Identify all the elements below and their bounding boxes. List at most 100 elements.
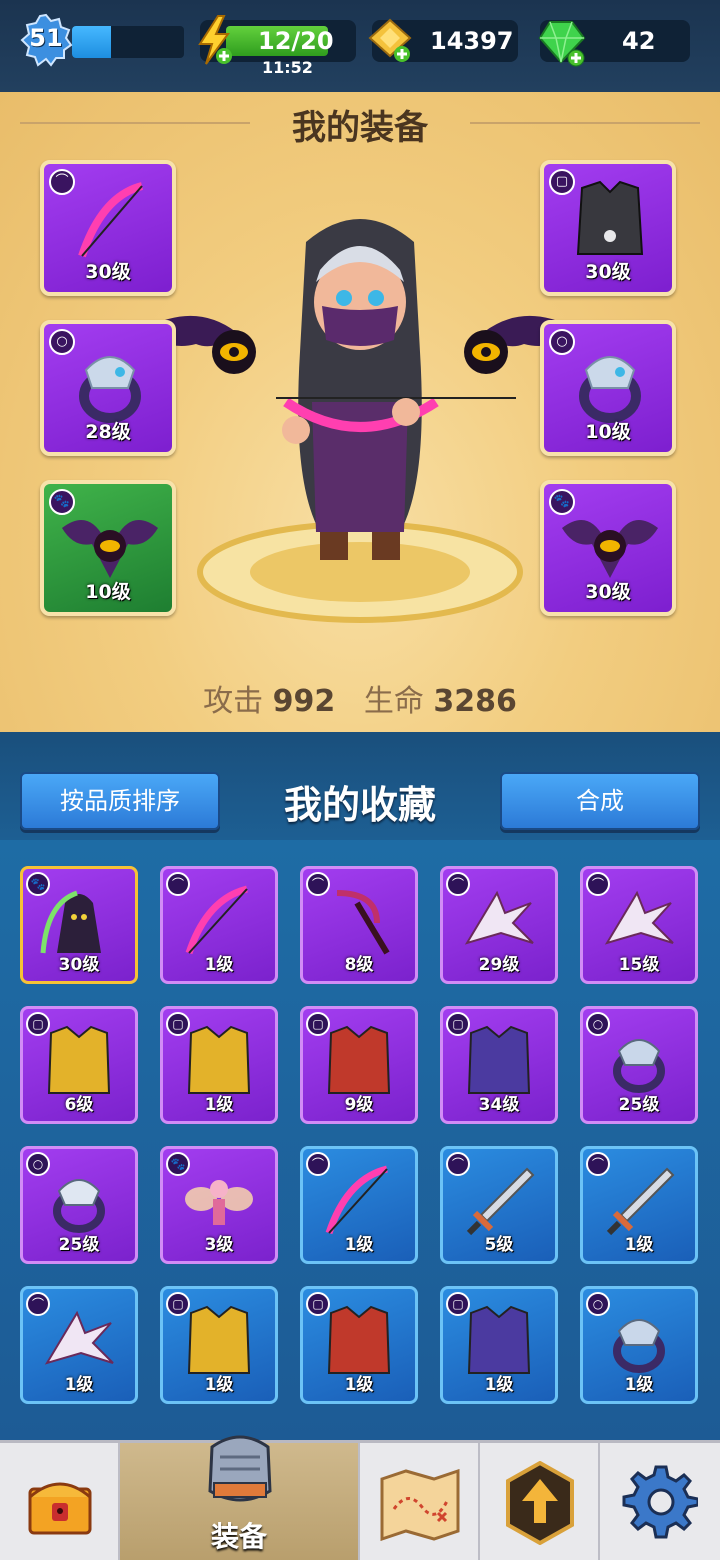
collection-item-level: 1级 [204,1095,234,1115]
nav-upgrade[interactable] [480,1443,600,1560]
top-status-bar: 51 12/20 11:52 14397 42 [0,0,720,92]
collection-item[interactable]: ⌒ 1级 [580,1146,698,1264]
merge-button[interactable]: 合成 [500,772,700,830]
equip-slot-armor[interactable]: ▢ 30级 [540,160,676,296]
energy-timer: 11:52 [262,58,313,77]
collection-item-level: 1级 [204,955,234,975]
collection-item[interactable]: ▢ 1级 [440,1286,558,1404]
pet-1-level: 10级 [85,581,131,603]
vest-armor-icon [467,1025,531,1094]
collection-item[interactable]: 🐾 3级 [160,1146,278,1264]
player-level-badge[interactable]: 51 [18,12,74,68]
collection-item[interactable]: ⌒ 1级 [20,1286,138,1404]
equipment-title: 我的装备 [292,108,428,148]
collection-item-level: 5级 [484,1235,514,1255]
equip-slot-pet-1[interactable]: 🐾 10级 [40,480,176,616]
attack-value: 992 [272,684,336,719]
collection-item[interactable]: ○ 1级 [580,1286,698,1404]
reaper-pet-icon [40,890,101,954]
scythe-icon [336,890,390,955]
upgrade-arrow-icon [506,1461,574,1545]
gem-value: 42 [622,27,656,55]
collection-item-level: 29级 [478,955,520,975]
nav-equipment[interactable]: 装备 [120,1435,360,1560]
attack-label: 攻击 [203,684,264,719]
bat-pet-icon [562,520,658,578]
bear-ring-icon [613,1319,665,1373]
collection-item-level: 1级 [64,1375,94,1395]
armor-level: 30级 [585,261,631,283]
collection-item-level: 30级 [58,955,100,975]
collection-item[interactable]: ⌒ 5级 [440,1146,558,1264]
wolf-ring-icon [53,1179,105,1233]
collection-item[interactable]: ▢ 1级 [300,1286,418,1404]
collection-item-level: 15级 [618,955,660,975]
collection-item[interactable]: ○ 25级 [580,1006,698,1124]
gold-armor-icon [187,1025,251,1094]
player-level: 51 [29,24,63,52]
nav-equipment-label: 装备 [210,1520,267,1553]
xp-bar [72,26,184,58]
cloak-armor-icon [327,1305,391,1374]
nav-map[interactable] [360,1443,480,1560]
armor-helmet-icon [208,1435,272,1502]
collection-item[interactable]: ⌒ 1级 [160,866,278,984]
sort-by-quality-button[interactable]: 按品质排序 [20,772,220,830]
collection-item[interactable]: ⌒ 8级 [300,866,418,984]
collection-item[interactable]: ▢ 34级 [440,1006,558,1124]
shuriken-icon [44,1310,114,1365]
nav-settings[interactable] [600,1443,720,1560]
bow-icon [325,1165,388,1235]
collection-item[interactable]: ▢ 6级 [20,1006,138,1124]
weapon-level: 30级 [85,261,131,283]
xp-bar-fill [72,26,112,58]
hero-character-icon [146,219,574,623]
vest-armor-icon [467,1305,531,1374]
collection-item-level: 9级 [344,1095,374,1115]
gold-coin-icon[interactable] [366,16,416,66]
lightning-icon[interactable] [194,14,236,66]
collection-item[interactable]: ▢ 1级 [160,1006,278,1124]
collection-item[interactable]: ▢ 9级 [300,1006,418,1124]
shuriken-icon [604,890,674,945]
gold-armor-icon [187,1305,251,1374]
pet-2-level: 30级 [585,581,631,603]
equip-slot-weapon[interactable]: ⌒ 30级 [40,160,176,296]
collection-item[interactable]: ○ 25级 [20,1146,138,1264]
bottom-navigation: 装备 [0,1435,720,1560]
collection-item-level: 1级 [624,1235,654,1255]
sword-icon [466,1167,535,1236]
collection-item[interactable]: 🐾 30级 [20,866,138,984]
collection-item-level: 1级 [204,1375,234,1395]
nav-chest[interactable] [0,1443,120,1560]
ring-2-level: 10级 [585,421,631,443]
fairy-pet-icon [185,1180,253,1225]
energy-value: 12/20 [258,27,334,55]
collection-item[interactable]: ▢ 1级 [160,1286,278,1404]
collection-item-level: 8级 [344,955,374,975]
collection-item-level: 1级 [624,1375,654,1395]
gear-icon [622,1465,698,1539]
hp-value: 3286 [433,684,517,719]
equip-slot-pet-2[interactable]: 🐾 30级 [540,480,676,616]
treasure-chest-icon [28,1482,92,1535]
collection-item-level: 25级 [618,1095,660,1115]
hero-stats: 攻击 992 生命 3286 [0,676,720,720]
collection-item[interactable]: ⌒ 15级 [580,866,698,984]
equip-slot-ring-1[interactable]: ○ 28级 [40,320,176,456]
collection-item[interactable]: ⌒ 1级 [300,1146,418,1264]
bat-pet-icon [62,520,158,578]
green-gem-icon[interactable] [536,16,588,68]
shuriken-icon [464,890,534,945]
collection-item-level: 25级 [58,1235,100,1255]
collection-grid: 🐾 30级 ⌒ 1级 ⌒ 8级 ⌒ 29级 ⌒ 15级 ▢ 6级 ▢ 1级 ▢ 9级 ▢ 34级 ○ 25级 ○ 25级 🐾… [0,840,720,1440]
bear-ring-icon [613,1039,665,1093]
collection-item[interactable]: ⌒ 29级 [440,866,558,984]
collection-title: 我的收藏 [283,783,436,827]
equip-slot-ring-2[interactable]: ○ 10级 [540,320,676,456]
collection-item-level: 34级 [478,1095,520,1115]
hp-label: 生命 [363,684,424,719]
ring-1-level: 28级 [85,421,131,443]
collection-header: 按品质排序 我的收藏 合成 [0,732,720,840]
collection-item-level: 1级 [344,1235,374,1255]
